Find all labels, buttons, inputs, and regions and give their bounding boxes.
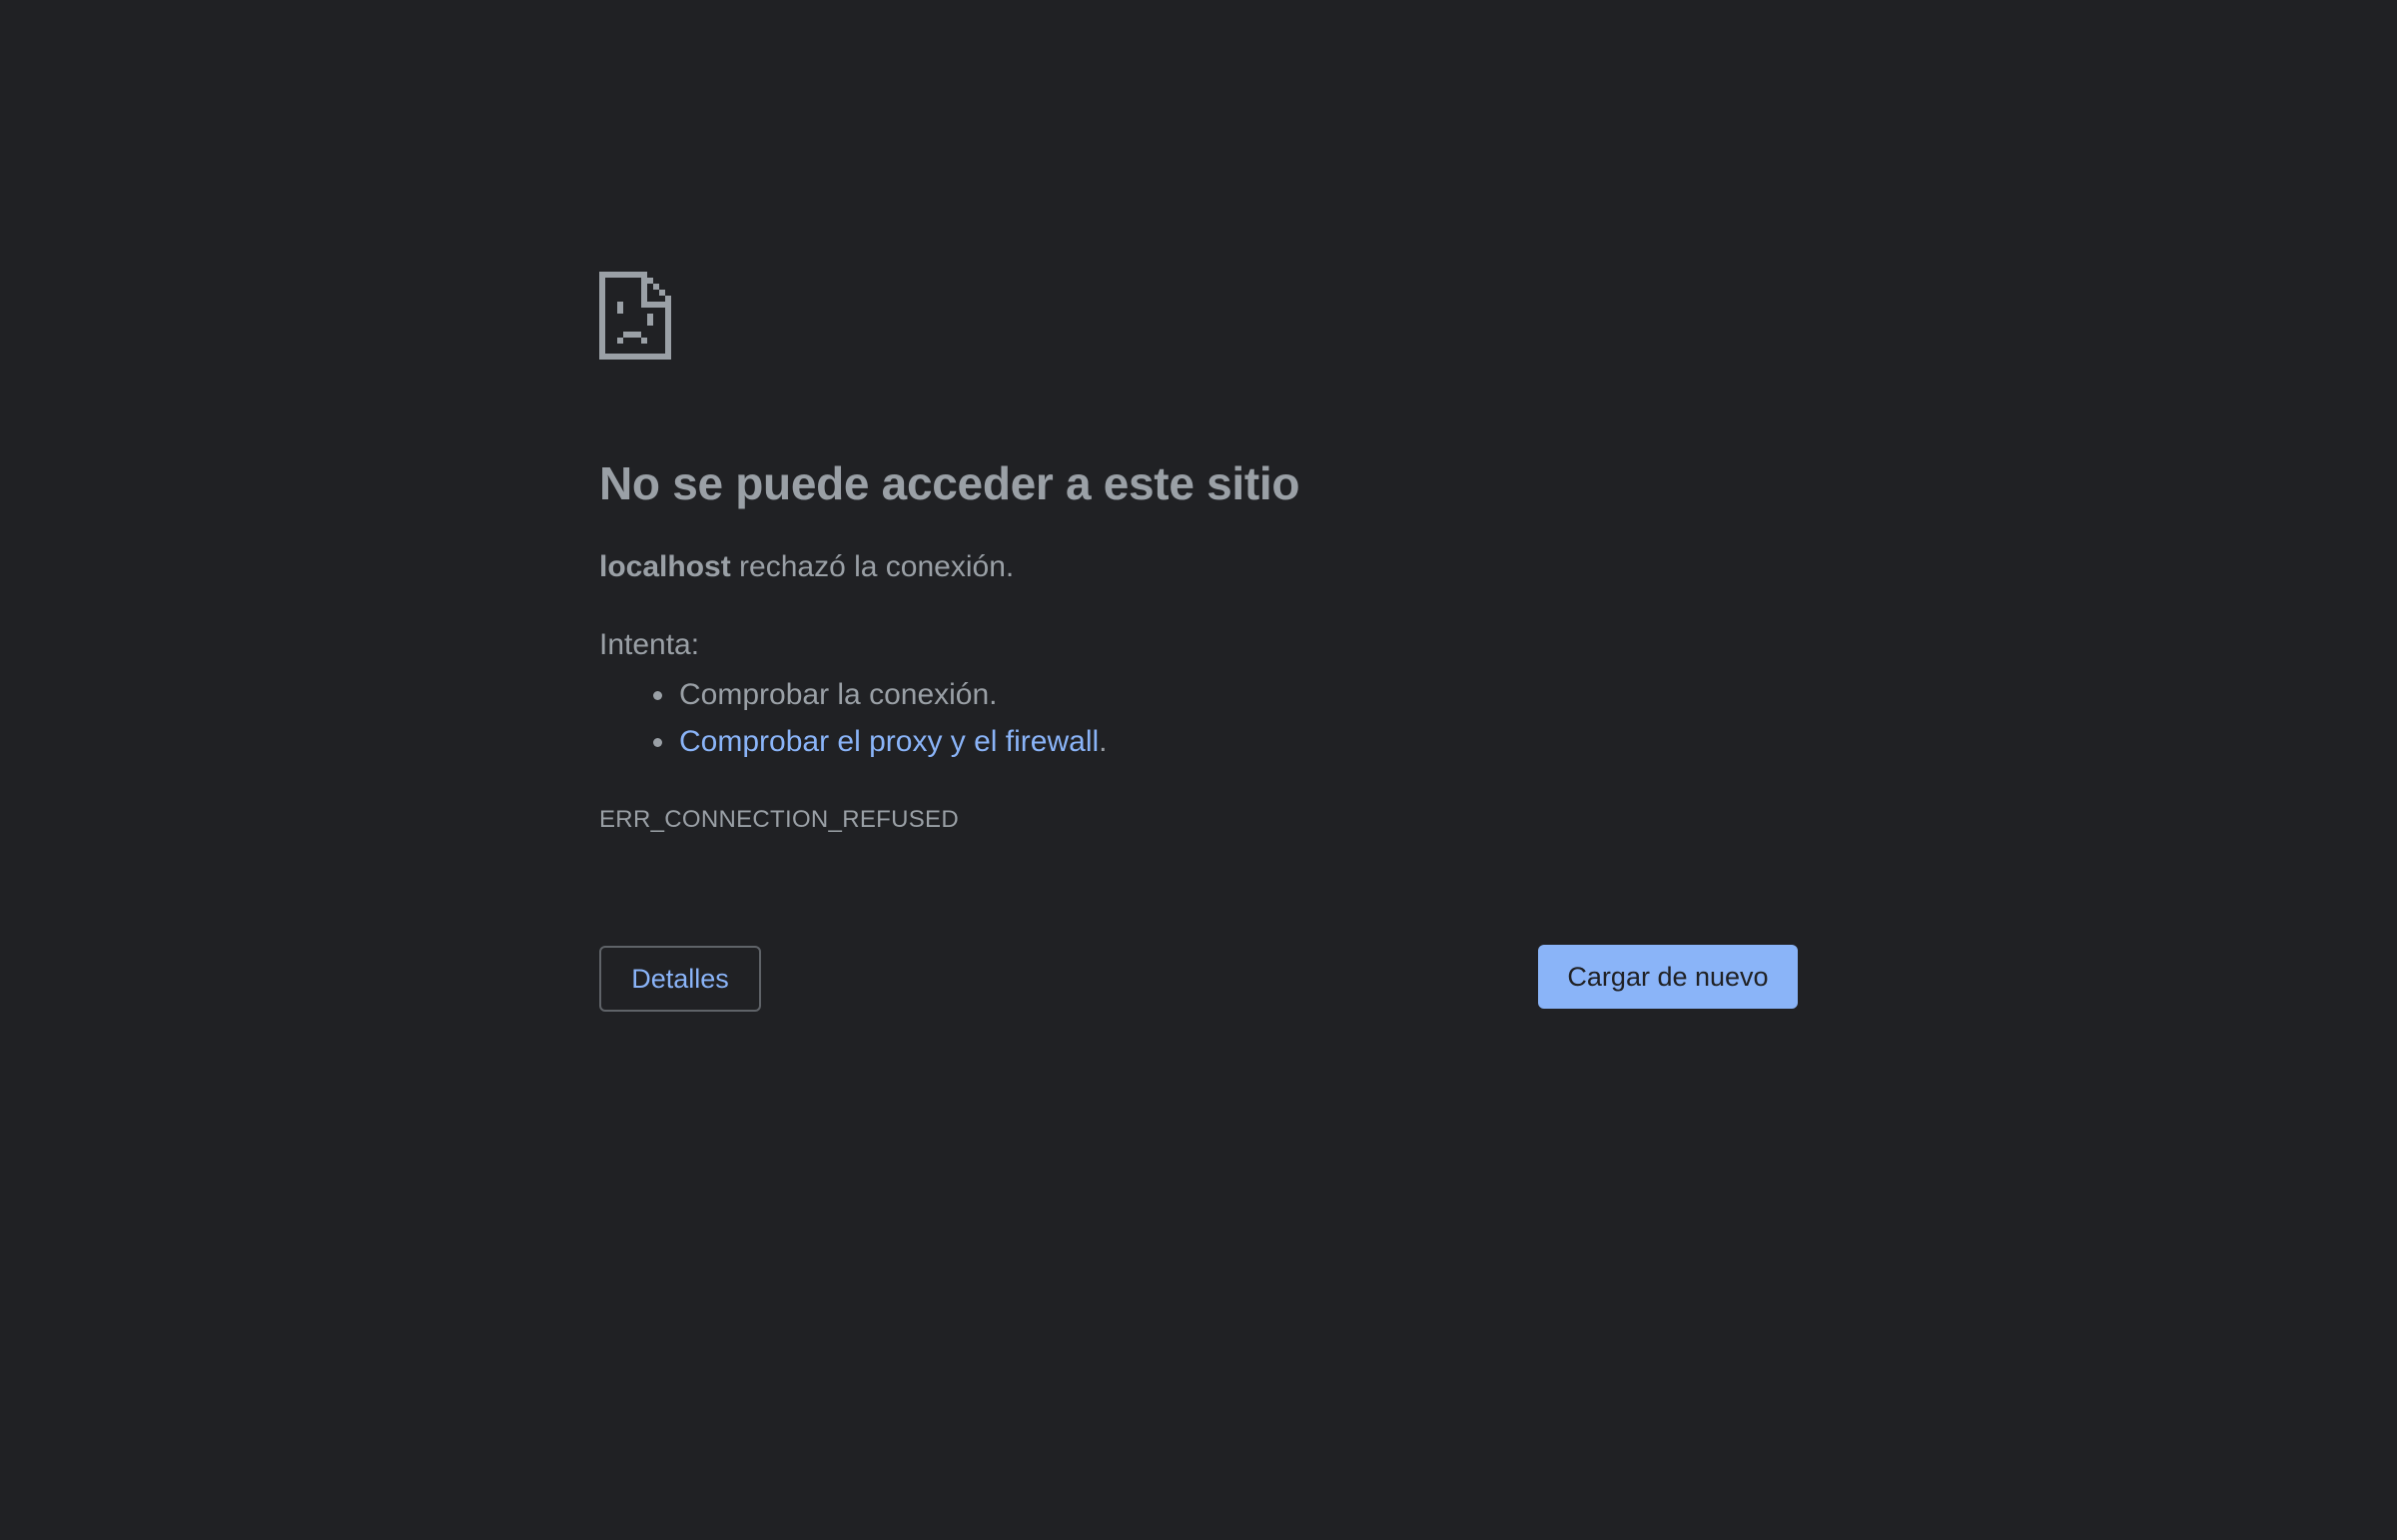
error-summary: localhost rechazó la conexión. xyxy=(599,545,1014,589)
suggestion-suffix: . xyxy=(1099,725,1108,758)
sad-page-icon xyxy=(599,272,671,360)
error-page: No se puede acceder a este sitio localho… xyxy=(0,0,2397,1540)
suggestions-list: Comprobar la conexión. Comprobar el prox… xyxy=(599,671,1108,765)
suggestion-check-proxy: Comprobar el proxy y el firewall. xyxy=(599,718,1108,765)
details-button[interactable]: Detalles xyxy=(599,946,761,1012)
suggestions-label: Intenta: xyxy=(599,628,700,661)
suggestion-check-connection: Comprobar la conexión. xyxy=(599,671,1108,718)
suggestion-text: Comprobar la conexión. xyxy=(679,678,998,711)
page-title: No se puede acceder a este sitio xyxy=(599,457,1300,509)
proxy-firewall-link[interactable]: Comprobar el proxy y el firewall xyxy=(679,725,1099,758)
host-name: localhost xyxy=(599,550,731,583)
error-message: rechazó la conexión. xyxy=(730,550,1015,583)
error-code: ERR_CONNECTION_REFUSED xyxy=(599,806,959,833)
reload-button[interactable]: Cargar de nuevo xyxy=(1538,945,1798,1009)
